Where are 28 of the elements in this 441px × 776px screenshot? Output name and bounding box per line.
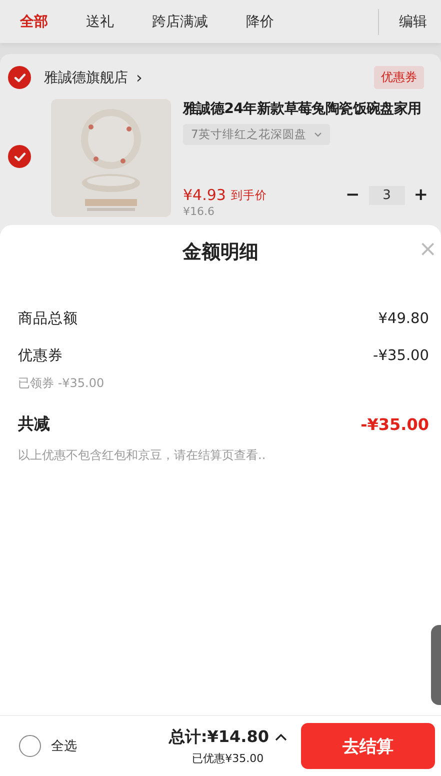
row-label: 优惠券 — [18, 347, 63, 365]
plus-button[interactable]: + — [408, 185, 433, 205]
coupon-detail: 已领券 -¥35.00 — [18, 375, 106, 392]
tab[interactable]: 跨店满减 — [152, 12, 208, 30]
store-name[interactable]: 雅誠德旗舰店 — [44, 68, 128, 86]
tab[interactable]: 送礼 — [86, 12, 114, 30]
row-label: 商品总额 — [18, 310, 78, 328]
edit-button[interactable]: 编辑 — [399, 12, 427, 30]
select-all-label[interactable]: 全选 — [51, 737, 77, 755]
total-amount: 总计:¥14.80 — [168, 726, 269, 748]
row-value: -¥35.00 — [373, 348, 429, 364]
sheet-title: 金额明细 — [182, 240, 258, 265]
checkout-button[interactable]: 去结算 — [301, 723, 435, 769]
original-price: ¥16.6 — [183, 205, 216, 218]
note-text: 以上优惠不包含红包和京豆，请在结算页查看.. — [18, 447, 267, 464]
discount-amount: 已优惠¥35.00 — [192, 750, 264, 766]
price-note: 到手价 — [230, 188, 267, 202]
tab[interactable]: 全部 — [20, 12, 48, 30]
chevron-icon[interactable]: › — [136, 68, 142, 87]
total-value: -¥35.00 — [360, 415, 429, 434]
minus-button[interactable]: − — [340, 185, 365, 205]
row-value: ¥49.80 — [378, 310, 429, 326]
tab[interactable]: 降价 — [246, 12, 274, 30]
coupon-tag[interactable]: 优惠券 — [374, 66, 424, 89]
quantity-field[interactable]: 3 — [368, 186, 405, 204]
price: ¥4.93 — [183, 186, 226, 204]
product-title[interactable]: 雅誠德24年新款草莓兔陶瓷饭碗盘家用 — [183, 99, 433, 118]
total-label: 共减 — [18, 414, 50, 435]
